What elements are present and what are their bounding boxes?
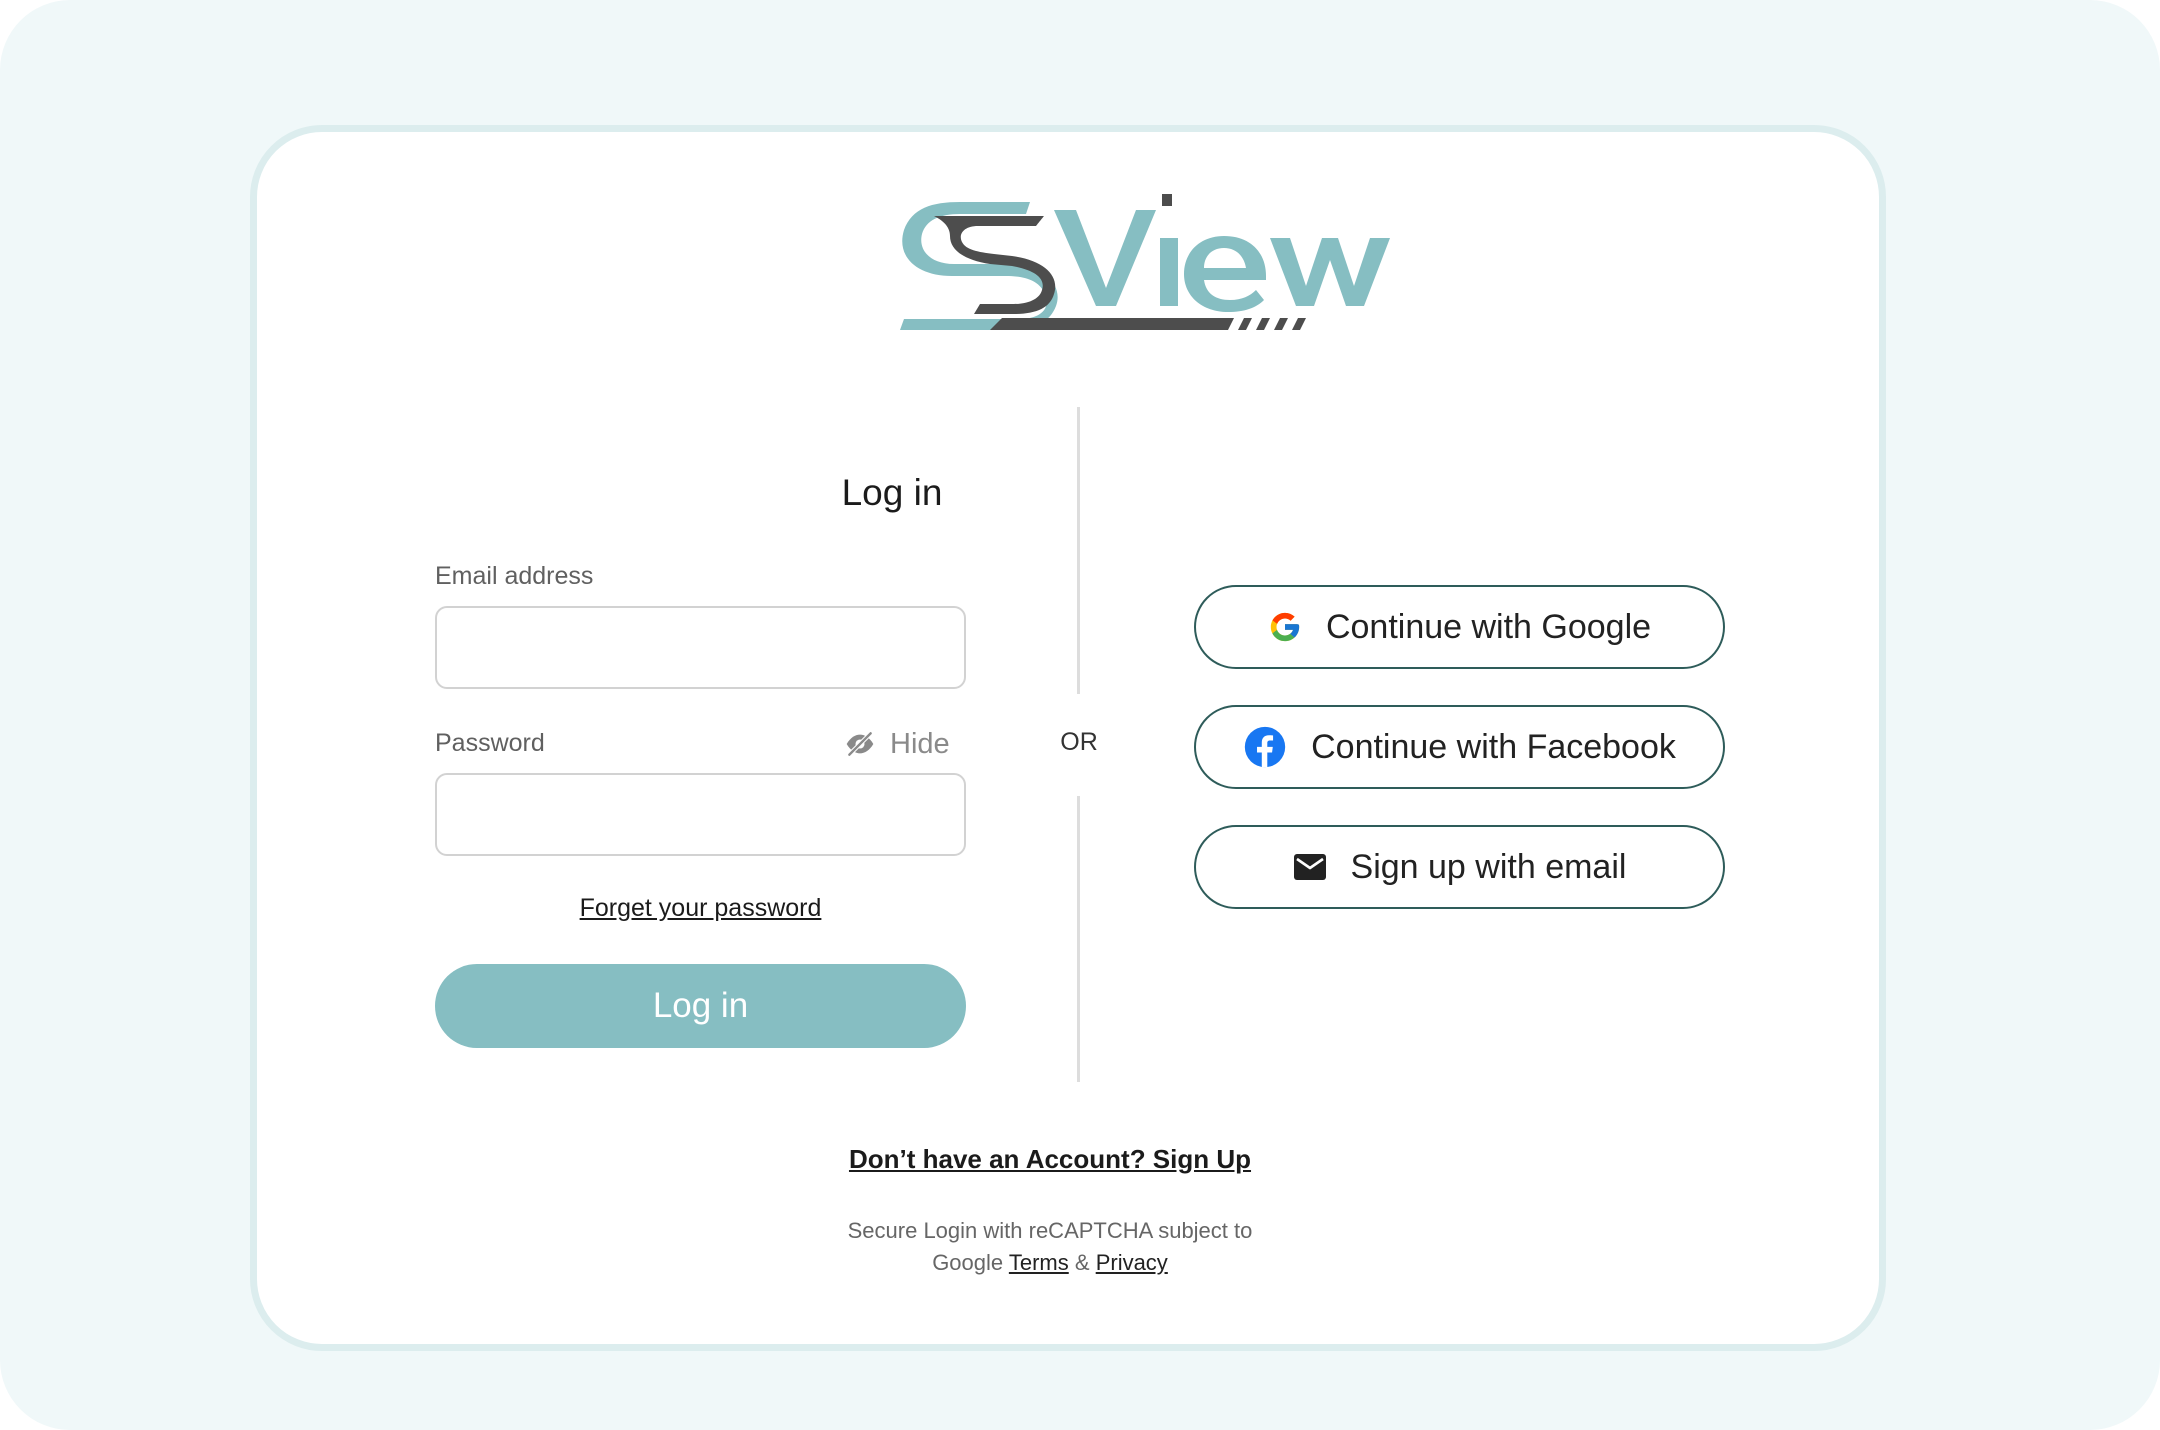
login-card: Log in Email address Password Hide Forge… [250, 125, 1886, 1351]
hide-label: Hide [890, 727, 950, 760]
facebook-icon [1244, 726, 1286, 768]
continue-with-facebook-button[interactable]: Continue with Facebook [1194, 705, 1725, 789]
privacy-link[interactable]: Privacy [1096, 1250, 1168, 1275]
eye-slash-icon [846, 731, 874, 757]
facebook-button-label: Continue with Facebook [1311, 727, 1676, 766]
google-icon [1270, 612, 1300, 642]
forgot-password-link[interactable]: Forget your password [435, 894, 966, 923]
email-field[interactable] [435, 606, 966, 689]
password-field[interactable] [435, 773, 966, 856]
email-button-label: Sign up with email [1350, 847, 1627, 886]
divider-line-bottom [1077, 796, 1080, 1082]
divider-line-top [1077, 407, 1080, 694]
recaptcha-google-text: Google [932, 1250, 1004, 1275]
recaptcha-notice: Secure Login with reCAPTCHA subject to G… [757, 1215, 1343, 1279]
sign-up-link[interactable]: Don’t have an Account? Sign Up [757, 1144, 1343, 1175]
email-label: Email address [435, 562, 594, 590]
page-background: Log in Email address Password Hide Forge… [0, 0, 2160, 1430]
recaptcha-line-1: Secure Login with reCAPTCHA subject to [847, 1218, 1253, 1243]
sview-logo [900, 194, 1390, 330]
password-label: Password [435, 729, 545, 757]
envelope-icon [1293, 854, 1326, 880]
terms-link[interactable]: Terms [1009, 1250, 1069, 1275]
sign-up-with-email-button[interactable]: Sign up with email [1194, 825, 1725, 909]
hide-password-toggle[interactable]: Hide [844, 726, 950, 762]
or-label: OR [1060, 728, 1098, 756]
recaptcha-line-2: Google Terms & Privacy [757, 1247, 1343, 1279]
continue-with-google-button[interactable]: Continue with Google [1194, 585, 1725, 669]
login-button[interactable]: Log in [435, 964, 966, 1048]
google-button-label: Continue with Google [1325, 607, 1652, 646]
ampersand-text: & [1074, 1250, 1090, 1275]
